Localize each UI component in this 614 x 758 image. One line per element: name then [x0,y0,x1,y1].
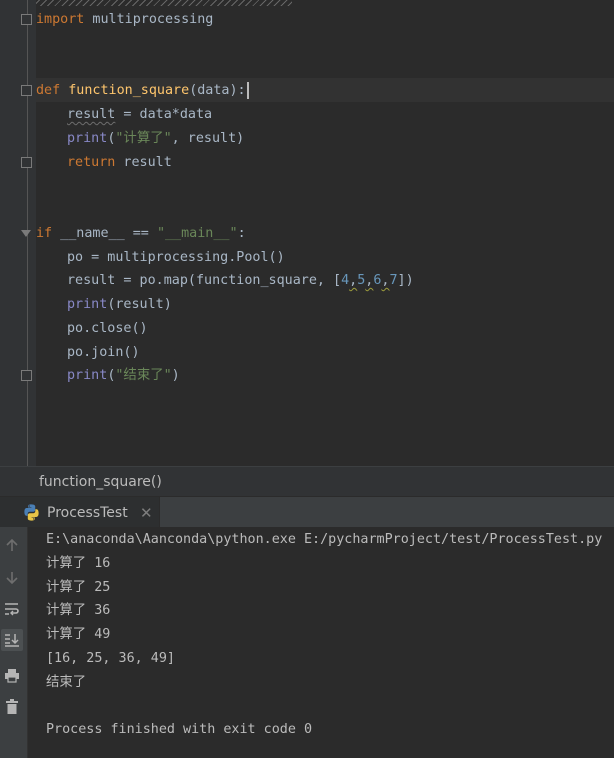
expression: = data*data [115,107,213,122]
run-tab[interactable]: ProcessTest ✕ [0,497,160,528]
print-icon[interactable] [1,664,23,686]
code-line-7[interactable]: po = multiprocessing.Pool() [67,247,285,269]
colon: : [237,226,246,241]
breadcrumb: function_square() [0,466,614,496]
console-line: E:\anaconda\Aanconda\python.exe E:/pycha… [46,532,603,547]
string-literal: "结束了" [115,368,172,383]
statement: po = multiprocessing.Pool() [67,250,285,265]
breadcrumb-item[interactable]: function_square() [39,472,162,492]
operator: == [124,226,157,241]
code-line-5[interactable]: return result [67,152,172,174]
code-line-1[interactable]: import multiprocessing [36,9,213,31]
code-line-10[interactable]: po.close() [67,318,148,340]
run-tab-label: ProcessTest [47,505,128,521]
number-literal: 4 [341,273,350,288]
arrow-down-icon[interactable] [1,567,23,589]
code-editor[interactable]: import multiprocessing def function_squa… [0,0,614,466]
fold-marker-icon[interactable] [21,14,32,25]
arrow-up-icon[interactable] [1,534,23,556]
builtin: print [67,297,108,312]
function-name: function_square [68,83,190,98]
console-line: 计算了 25 [46,580,111,595]
keyword: def [36,83,61,98]
args: (result) [107,297,172,312]
console-line: 计算了 16 [46,556,111,571]
builtin: print [67,368,108,383]
close-icon[interactable]: ✕ [140,503,153,523]
code-line-9[interactable]: print(result) [67,294,172,316]
paren: ) [171,368,180,383]
module-name: multiprocessing [84,12,214,27]
args: , result) [171,131,245,146]
trash-icon[interactable] [1,696,23,718]
statement: po.close() [67,321,148,336]
run-tab-bar: ProcessTest ✕ [0,496,614,528]
statement-suffix: ]) [397,273,414,288]
scroll-to-end-icon[interactable] [1,629,23,651]
keyword: return [67,155,116,170]
builtin: print [67,131,108,146]
run-toolbar [0,527,28,758]
code-line-6[interactable]: if __name__ == "__main__": [36,223,246,245]
params: (data): [189,83,246,98]
code-line-2[interactable]: def function_square(data): [36,80,249,102]
code-line-4[interactable]: print("计算了", result) [67,128,244,150]
console-line: 计算了 49 [46,627,111,642]
python-icon [24,504,39,521]
keyword: import [36,12,85,27]
variable: result [67,107,116,122]
code-line-12[interactable]: print("结束了") [67,365,180,387]
string-literal: "__main__" [156,226,238,241]
soft-wrap-icon[interactable] [1,598,23,620]
fold-marker-icon[interactable] [21,157,32,168]
keyword: if [36,226,53,241]
statement: po.join() [67,345,140,360]
code-line-3[interactable]: result = data*data [67,104,212,126]
fold-marker-icon[interactable] [21,85,32,96]
return-value: result [115,155,172,170]
console-line: [16, 25, 36, 49] [46,651,175,666]
code-line-8[interactable]: result = po.map(function_square, [4,5,6,… [67,270,414,292]
warning-squiggle [36,0,292,6]
dunder-name: __name__ [52,226,125,241]
string-literal: "计算了" [115,131,172,146]
fold-arrow-icon[interactable] [21,230,31,237]
number-literal: 7 [389,273,398,288]
console-exit-line: Process finished with exit code 0 [46,722,313,737]
console-line: 计算了 36 [46,603,111,618]
text-caret [246,81,249,99]
code-line-11[interactable]: po.join() [67,342,140,364]
statement-prefix: result = po.map(function_square, [ [67,273,342,288]
run-console[interactable]: E:\anaconda\Aanconda\python.exe E:/pycha… [0,527,614,758]
fold-marker-icon[interactable] [21,370,32,381]
console-line: 结束了 [46,675,87,690]
